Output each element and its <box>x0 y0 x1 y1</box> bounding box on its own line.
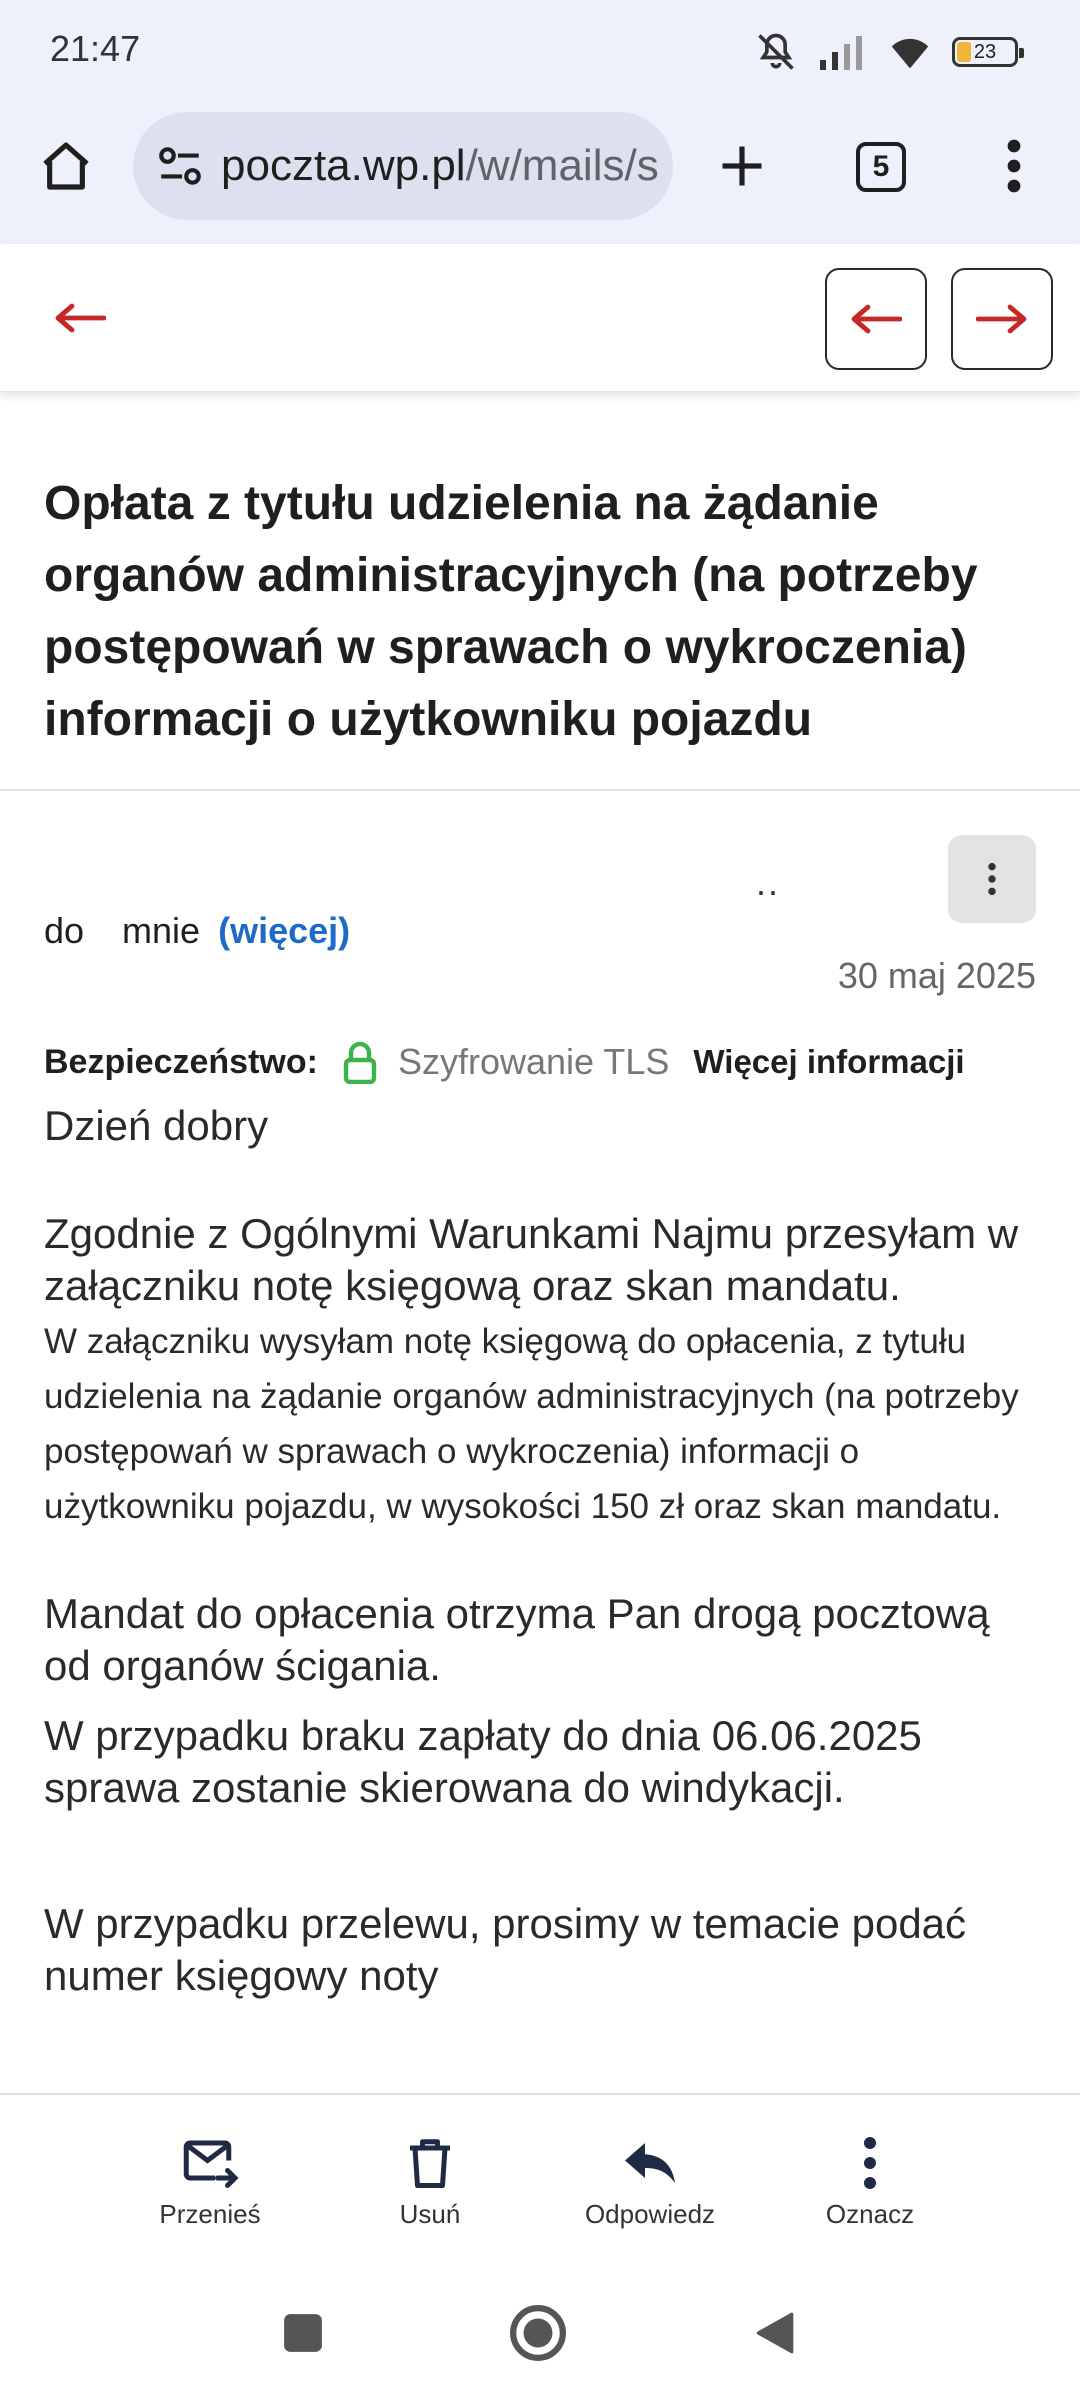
browser-chrome: 21:47 23 poczta.wp.pl/w/mails/s 5 <box>0 0 1080 244</box>
status-icons: 23 <box>754 30 1024 74</box>
recipient-line: do mnie (więcej) <box>44 910 350 952</box>
triangle-back-icon <box>756 2312 794 2354</box>
mail-body-paragraph: W przypadku braku zapłaty do dnia 06.06.… <box>44 1712 922 1811</box>
delete-button[interactable]: Usuń <box>340 2133 520 2230</box>
move-label: Przenieś <box>159 2199 261 2229</box>
url-text: poczta.wp.pl/w/mails/s <box>221 141 659 191</box>
system-back-button[interactable] <box>745 2303 805 2363</box>
home-button[interactable] <box>30 130 102 202</box>
address-bar[interactable]: poczta.wp.pl/w/mails/s <box>133 112 673 220</box>
mute-icon <box>758 33 794 70</box>
mail-body-paragraph: Mandat do opłacenia otrzyma Pan drogą po… <box>44 1590 990 1689</box>
arrow-left-icon <box>851 304 902 334</box>
more-vert-icon <box>988 862 996 896</box>
site-settings-icon[interactable] <box>155 141 205 191</box>
reply-label: Odpowiedz <box>584 2199 716 2229</box>
back-to-inbox-button[interactable] <box>40 286 120 350</box>
battery-level: 23 <box>973 40 997 63</box>
arrow-right-icon <box>976 304 1027 334</box>
mail-body-paragraph: W załączniku wysyłam notę księgową do op… <box>44 1322 1019 1526</box>
recents-button[interactable] <box>273 2303 333 2363</box>
system-nav-bar <box>0 2263 1080 2400</box>
mail-body-paragraph: W przypadku przelewu, prosimy w temacie … <box>44 1900 967 1999</box>
reply-button[interactable]: Odpowiedz <box>560 2133 740 2230</box>
status-bar: 21:47 23 <box>0 0 1080 100</box>
system-home-button[interactable] <box>508 2303 568 2363</box>
security-line: Bezpieczeństwo: Szyfrowanie TLS Więcej i… <box>44 1040 965 1084</box>
browser-toolbar: poczta.wp.pl/w/mails/s 5 <box>0 110 1080 220</box>
security-value: Szyfrowanie TLS <box>397 1041 670 1082</box>
more-vert-icon <box>864 2137 876 2189</box>
home-icon <box>43 142 89 190</box>
circle-icon <box>510 2305 566 2361</box>
mail-body-paragraph: Zgodnie z Ogólnymi Warunkami Najmu przes… <box>44 1210 1019 1309</box>
previous-mail-button[interactable] <box>825 268 927 370</box>
plus-icon <box>722 146 762 186</box>
move-mail-icon <box>183 2140 239 2188</box>
next-mail-button[interactable] <box>951 268 1053 370</box>
lock-icon <box>343 1041 377 1084</box>
url-host: poczta.wp.pl <box>221 141 466 190</box>
mail-nav-bar <box>0 244 1080 392</box>
mail-date: 30 maj 2025 <box>837 955 1036 996</box>
mail-body-greeting: Dzień dobry <box>44 1102 269 1149</box>
square-icon <box>284 2314 322 2352</box>
browser-menu-button[interactable] <box>990 130 1038 202</box>
reply-icon <box>625 2143 675 2183</box>
delete-label: Usuń <box>399 2199 461 2229</box>
more-recipients-link[interactable]: (więcej) <box>218 910 350 952</box>
mail-action-bar: Przenieś Usuń Odpowiedz Oznacz <box>0 2093 1080 2263</box>
new-tab-button[interactable] <box>706 130 778 202</box>
trash-icon <box>410 2139 450 2188</box>
move-button[interactable]: Przenieś <box>120 2133 300 2230</box>
mail-subject: Opłata z tytułu udzielenia na żądanie or… <box>44 477 978 746</box>
arrow-left-icon <box>55 303 106 333</box>
mail-options-button[interactable] <box>948 835 1036 923</box>
tab-switcher-button[interactable]: 5 <box>856 142 906 192</box>
mark-button[interactable]: Oznacz <box>780 2133 960 2230</box>
sender-placeholder: .. <box>756 862 781 903</box>
to-label: do <box>44 910 85 951</box>
signal-icon <box>820 36 862 70</box>
mark-label: Oznacz <box>825 2199 915 2229</box>
subject-divider <box>0 789 1080 791</box>
status-time: 21:47 <box>50 28 141 69</box>
security-more-link[interactable]: Więcej informacji <box>693 1043 964 1081</box>
more-vert-icon <box>1007 139 1021 193</box>
battery-icon: 23 <box>952 37 1024 67</box>
to-value: mnie <box>122 910 201 951</box>
security-label: Bezpieczeństwo: <box>44 1042 318 1081</box>
url-path: /w/mails/s <box>465 141 659 190</box>
wifi-icon <box>891 38 929 69</box>
